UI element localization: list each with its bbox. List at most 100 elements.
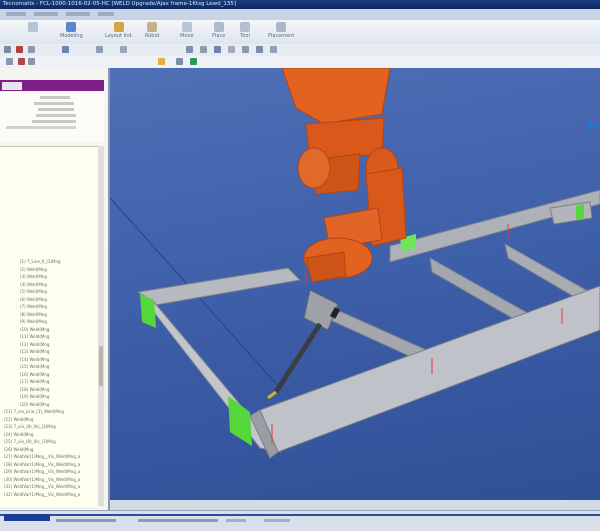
scene-graphic xyxy=(110,68,600,459)
axis-triad xyxy=(588,120,600,132)
tree-item[interactable]: (16) Weld(Mng xyxy=(20,372,49,377)
tree-item[interactable]: (21) 7_via_Line_(3)_Weld(Mng xyxy=(4,409,64,414)
tree-item[interactable]: (29) WeldVar(1)Mng__Vis_Weld(Mng_a xyxy=(4,469,80,474)
modeling-icon xyxy=(66,22,77,32)
layout-icon xyxy=(114,22,124,32)
tree-item[interactable]: (22) Weld(Mng xyxy=(4,417,33,422)
menu-item[interactable] xyxy=(34,12,58,16)
weld-torch xyxy=(267,289,341,400)
property-row xyxy=(40,96,70,99)
menu-item[interactable] xyxy=(66,12,90,16)
tree-item[interactable]: (24) Weld(Mng xyxy=(4,432,33,437)
menu-item[interactable] xyxy=(98,12,114,16)
ribbon-button-robot[interactable]: Robot xyxy=(145,22,160,42)
tree-item[interactable]: (15) Weld(Mng xyxy=(20,364,49,369)
menu-item[interactable] xyxy=(6,12,26,16)
status-segment xyxy=(226,519,246,522)
toolbar-icon[interactable] xyxy=(214,46,221,53)
toolbar-icon[interactable] xyxy=(62,46,69,53)
status-divider xyxy=(0,514,600,516)
tree-item[interactable]: (10) Weld(Mng xyxy=(20,327,49,332)
toolbar-icon[interactable] xyxy=(28,58,35,65)
tree-item[interactable]: (1) 7_Line_6_(3)Mng xyxy=(20,259,61,264)
ribbon-button-layout[interactable]: Layout Ind. xyxy=(105,22,133,42)
tool-icon xyxy=(240,22,250,32)
ribbon-button[interactable] xyxy=(28,22,38,42)
properties-panel xyxy=(0,92,104,142)
toolbar-icon[interactable] xyxy=(190,58,197,65)
tree-item[interactable]: (12) Weld(Mng xyxy=(20,342,49,347)
toolbar-icon[interactable] xyxy=(4,46,11,53)
scrollbar-thumb[interactable] xyxy=(99,346,103,386)
toolbar-icon[interactable] xyxy=(96,46,103,53)
toolbar-icon[interactable] xyxy=(228,46,235,53)
star-icon[interactable] xyxy=(158,58,165,65)
property-row xyxy=(34,102,74,105)
tree-scrollbar[interactable] xyxy=(98,146,104,506)
toolbar-icon[interactable] xyxy=(16,46,23,53)
placement-icon xyxy=(276,22,287,32)
tree-item[interactable]: (17) Weld(Mng xyxy=(20,379,49,384)
status-segment xyxy=(56,519,116,522)
property-row xyxy=(32,120,76,123)
ribbon-label: Layout Ind. xyxy=(105,33,133,39)
tree-item[interactable]: (23) 7_via_(8)_Vis_(3)Mng xyxy=(4,424,56,429)
ribbon-label: Modeling xyxy=(60,33,83,39)
tree-item[interactable]: (26) Weld(Mng xyxy=(4,447,33,452)
tree-item[interactable]: (8) Weld(Mng xyxy=(20,312,47,317)
tree-item[interactable]: (32) WeldVar(1)Mng__Vis_Weld(Mng_a xyxy=(4,492,80,497)
window-title: Tecnomatix - FCL-1000-1016-02-05-HC [WEL… xyxy=(3,1,236,7)
3d-viewport[interactable] xyxy=(110,68,600,500)
ribbon-button-move[interactable]: Move xyxy=(180,22,193,42)
ribbon-button-modeling[interactable]: Modeling xyxy=(60,22,83,42)
ribbon-button-tool[interactable]: Tool xyxy=(240,22,250,42)
toolbar-icon[interactable] xyxy=(200,46,207,53)
ribbon-button-place[interactable]: Place xyxy=(212,22,225,42)
tree-item[interactable]: (5) Weld(Mng xyxy=(20,289,47,294)
tree-item[interactable]: (19) Weld(Mng xyxy=(20,394,49,399)
ribbon-label: Robot xyxy=(145,33,160,39)
tree-item[interactable]: (18) Weld(Mng xyxy=(20,387,49,392)
left-panel: (1) 7_Line_6_(3)Mng (2) Weld(Mng (3) Weld(… xyxy=(0,68,110,510)
tree-item[interactable]: (6) Weld(Mng xyxy=(20,297,47,302)
tree-item[interactable]: (3) Weld(Mng xyxy=(20,274,47,279)
toolbar-icon[interactable] xyxy=(242,46,249,53)
frame-far-rail xyxy=(389,189,600,263)
tree-item[interactable]: (11) Weld(Mng xyxy=(20,334,49,339)
operation-tree: (1) 7_Line_6_(3)Mng (2) Weld(Mng (3) Weld(… xyxy=(0,146,98,507)
panel-header xyxy=(0,80,104,91)
ribbon-toolbar: Modeling Layout Ind. Robot Move Place To… xyxy=(0,20,600,45)
toolbar-icon[interactable] xyxy=(6,58,13,65)
tree-item[interactable]: (4) Weld(Mng xyxy=(20,282,47,287)
tree-item[interactable]: (20) Weld(Mng xyxy=(20,402,49,407)
ribbon-label: Move xyxy=(180,33,194,39)
status-bar xyxy=(0,510,600,531)
toolbar-icon[interactable] xyxy=(18,58,25,65)
tree-item[interactable]: (14) Weld(Mng xyxy=(20,357,49,362)
weld-marker xyxy=(228,396,252,446)
tree-item[interactable]: (13) Weld(Mng xyxy=(20,349,49,354)
panel-tab[interactable] xyxy=(2,82,22,90)
tree-item[interactable]: (7) Weld(Mng xyxy=(20,304,47,309)
tree-item[interactable]: (25) 7_via_(8)_Vis_(3)Mng xyxy=(4,439,56,444)
ribbon-label: Tool xyxy=(240,33,250,39)
property-row xyxy=(38,108,74,111)
tree-item[interactable]: (2) Weld(Mng xyxy=(20,267,47,272)
tree-item[interactable]: (30) WeldVar(1)Mng__Vis_Weld(Mng_a xyxy=(4,477,80,482)
move-icon xyxy=(181,22,192,32)
toolbar-icon[interactable] xyxy=(176,58,183,65)
toolbar-icon[interactable] xyxy=(186,46,193,53)
tree-item[interactable]: (9) Weld(Mng xyxy=(20,319,47,324)
tree-item[interactable]: (28) WeldVar(1)Mng__Vis_Weld(Mng_a xyxy=(4,462,80,467)
toolbar-icon[interactable] xyxy=(270,46,277,53)
tree-item[interactable]: (27) WeldVar(1)Mng__Vis_Weld(Mng_a xyxy=(4,454,80,459)
window-title-bar: Tecnomatix - FCL-1000-1016-02-05-HC [WEL… xyxy=(0,0,600,9)
tree-item[interactable]: (31) WeldVar(1)Mng__Vis_Weld(Mng_a xyxy=(4,484,80,489)
robot-icon xyxy=(147,22,158,32)
toolbar-icon[interactable] xyxy=(28,46,35,53)
toolbar-icon[interactable] xyxy=(256,46,263,53)
place-icon xyxy=(213,22,224,32)
ribbon-button-placement[interactable]: Placement xyxy=(268,22,294,42)
toolbar-icon[interactable] xyxy=(120,46,127,53)
status-segment xyxy=(264,519,290,522)
